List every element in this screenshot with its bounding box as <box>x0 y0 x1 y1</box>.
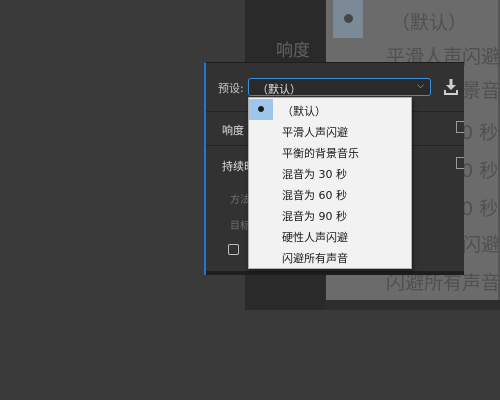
menu-item-balanced-background-music[interactable]: 平衡的背景音乐 <box>249 141 411 162</box>
chevron-down-icon: ⌵ <box>417 81 424 91</box>
menu-item-label: 混音为 30 秒 <box>282 168 347 181</box>
method-label: 方法 <box>230 195 250 206</box>
download-icon[interactable] <box>444 79 458 95</box>
selected-marker-cell <box>249 99 273 120</box>
menu-item-label: （默认） <box>282 105 326 118</box>
duration-toggle[interactable] <box>456 157 464 169</box>
panel-bottom-bar <box>206 271 464 275</box>
menu-item-label: 平滑人声闪避 <box>282 126 348 139</box>
menu-item-duck-all-sounds[interactable]: 闪避所有声音 <box>249 246 411 267</box>
preset-dropdown-value: （默认） <box>257 83 301 96</box>
menu-item-default[interactable]: （默认） <box>249 99 411 120</box>
loudness-section-label: 响度 <box>222 124 244 137</box>
menu-item-label: 混音为 60 秒 <box>282 189 347 202</box>
menu-item-label: 混音为 90 秒 <box>282 210 347 223</box>
option-checkbox[interactable] <box>228 244 239 255</box>
menu-item-remix-60s[interactable]: 混音为 60 秒 <box>249 183 411 204</box>
screen: 响度 （默认） 平滑人声闪避 平衡的背景音乐 混音为 30 秒 混音为 60 秒… <box>0 0 500 400</box>
preset-label: 预设: <box>218 82 244 95</box>
menu-item-label: 闪避所有声音 <box>282 252 348 265</box>
background-bullet-icon <box>344 14 353 23</box>
target-label: 目标 <box>230 221 250 232</box>
menu-item-remix-30s[interactable]: 混音为 30 秒 <box>249 162 411 183</box>
menu-item-label: 平衡的背景音乐 <box>282 147 359 160</box>
menu-item-smooth-voice-ducking[interactable]: 平滑人声闪避 <box>249 120 411 141</box>
background-list-item: （默认） <box>391 12 468 34</box>
background-loudness-label: 响度 <box>276 41 310 61</box>
preset-dropdown-menu: （默认） 平滑人声闪避 平衡的背景音乐 混音为 30 秒 混音为 60 秒 混音… <box>248 97 412 269</box>
menu-item-hard-voice-ducking[interactable]: 硬性人声闪避 <box>249 225 411 246</box>
loudness-toggle[interactable] <box>456 121 464 133</box>
menu-item-label: 硬性人声闪避 <box>282 231 348 244</box>
bullet-icon <box>258 106 264 112</box>
menu-item-remix-90s[interactable]: 混音为 90 秒 <box>249 204 411 225</box>
preset-dropdown[interactable]: （默认） ⌵ <box>248 78 431 96</box>
